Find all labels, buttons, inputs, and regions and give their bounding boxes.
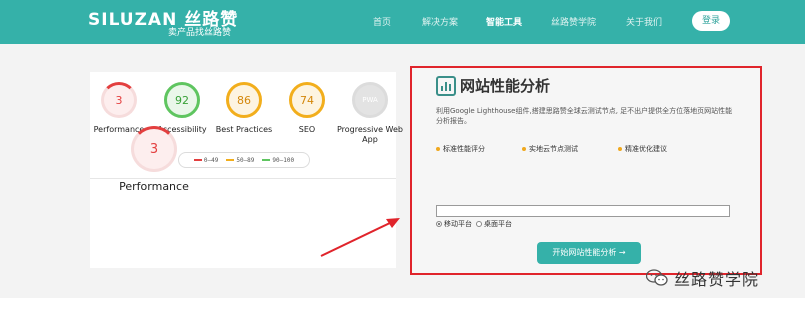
legend-item: 90–100	[262, 157, 294, 164]
radio-mobile[interactable]: 移动平台	[436, 219, 472, 229]
gauge-pwa: PWA Progressive Web App	[334, 82, 406, 145]
radio-desktop[interactable]: 桌面平台	[476, 219, 512, 229]
nav-item-smart-tools[interactable]: 智能工具	[486, 15, 522, 28]
start-analysis-button[interactable]: 开始网站性能分析 →	[537, 242, 641, 264]
nav-item-home[interactable]: 首页	[373, 15, 391, 28]
footer-strip	[0, 298, 805, 313]
panel-description: 利用Google Lighthouse组件,搭建思路赞全球云测试节点, 足不出户…	[436, 107, 733, 125]
radio-checked-icon	[436, 221, 442, 227]
score-gauge: 92	[164, 82, 200, 118]
feature-item: 实地云节点测试	[522, 144, 578, 154]
radio-unchecked-icon	[476, 221, 482, 227]
gauge-label: Best Practices	[215, 125, 273, 134]
login-button[interactable]: 登录	[692, 11, 730, 31]
nav-item-about[interactable]: 关于我们	[626, 15, 662, 28]
feature-list: 标准性能评分 实地云节点测试 精准优化建议	[436, 144, 756, 154]
wechat-icon	[646, 269, 668, 286]
platform-radio-group: 移动平台 桌面平台	[436, 219, 512, 229]
main-nav: 首页 解决方案 智能工具 丝路赞学院 关于我们	[0, 15, 805, 29]
gauge-best-practices: 86 Best Practices	[209, 82, 279, 135]
site-analysis-panel: 网站性能分析 利用Google Lighthouse组件,搭建思路赞全球云测试节…	[410, 66, 762, 275]
gauge-seo: 74 SEO	[272, 82, 342, 135]
bullet-icon	[618, 147, 622, 151]
nav-item-solutions[interactable]: 解决方案	[422, 15, 458, 28]
nav-item-academy[interactable]: 丝路赞学院	[551, 15, 596, 28]
pwa-badge-icon: PWA	[352, 82, 388, 118]
score-legend: 0–49 50–89 90–100	[178, 152, 310, 168]
legend-item: 50–89	[226, 157, 254, 164]
gauge-label: SEO	[298, 125, 316, 134]
gauge-label: Progressive Web App	[336, 125, 403, 144]
watermark: 丝路赞学院	[646, 266, 759, 290]
panel-title: 网站性能分析	[460, 77, 551, 95]
feature-item: 标准性能评分	[436, 144, 485, 154]
gauge-performance: 3 Performance	[84, 82, 154, 135]
divider	[90, 178, 396, 179]
performance-big-label: Performance	[119, 180, 189, 193]
performance-big-gauge: 3	[131, 126, 177, 172]
site-header: SILUZAN 丝路赞 卖产品找丝路赞 首页 解决方案 智能工具 丝路赞学院 关…	[0, 0, 805, 44]
feature-item: 精准优化建议	[618, 144, 667, 154]
score-gauge: 74	[289, 82, 325, 118]
bar-chart-icon	[436, 76, 456, 96]
legend-item: 0–49	[193, 157, 218, 164]
bullet-icon	[436, 147, 440, 151]
page: SILUZAN 丝路赞 卖产品找丝路赞 首页 解决方案 智能工具 丝路赞学院 关…	[0, 0, 805, 313]
score-gauge: 3	[101, 82, 137, 118]
lighthouse-report: 3 Performance 92 Accessibility 86 Best P…	[90, 72, 403, 268]
bullet-icon	[522, 147, 526, 151]
watermark-text: 丝路赞学院	[674, 270, 760, 289]
url-input[interactable]	[436, 205, 730, 217]
score-gauge: 86	[226, 82, 262, 118]
